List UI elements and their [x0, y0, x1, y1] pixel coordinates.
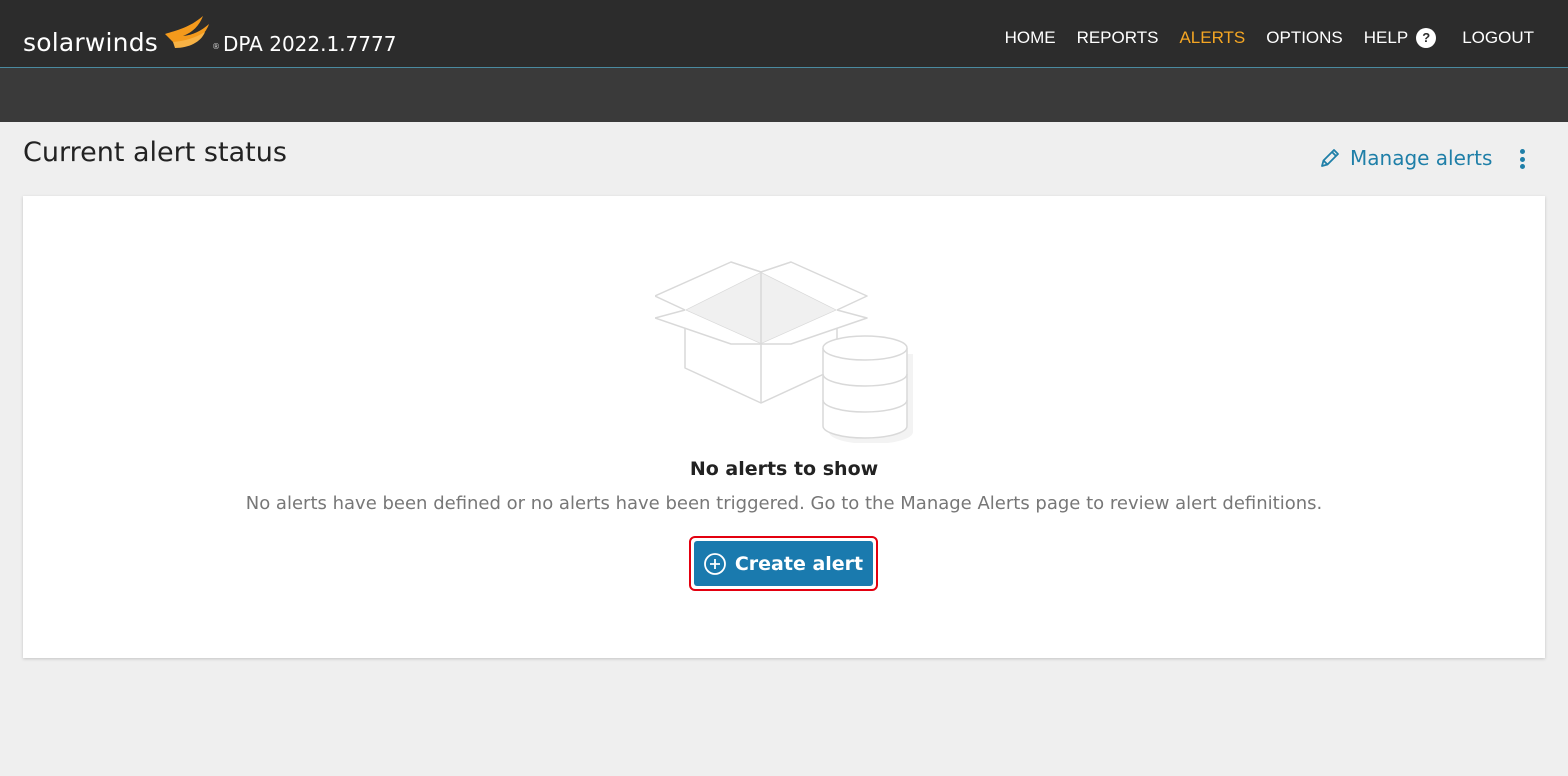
nav-options[interactable]: OPTIONS: [1266, 28, 1343, 48]
plus-circle-icon: [703, 552, 726, 575]
page-title: Current alert status: [23, 137, 287, 168]
sub-header-bar: [0, 68, 1568, 122]
create-alert-button[interactable]: Create alert: [694, 541, 873, 586]
alert-status-card: No alerts to show No alerts have been de…: [23, 196, 1545, 658]
create-alert-label: Create alert: [734, 552, 864, 575]
brand-wordmark: solarwinds: [23, 28, 158, 57]
top-navigation-bar: solarwinds ® DPA 2022.1.7777 HOME REPORT…: [0, 0, 1568, 68]
nav-alerts[interactable]: ALERTS: [1179, 28, 1245, 48]
empty-box-database-illustration: [655, 261, 913, 443]
nav-logout[interactable]: LOGOUT: [1462, 28, 1534, 48]
kebab-menu-icon[interactable]: [1512, 146, 1532, 172]
nav-help-label: HELP: [1363, 28, 1409, 47]
empty-state-title: No alerts to show: [689, 458, 879, 480]
empty-state-description: No alerts have been defined or no alerts…: [245, 493, 1323, 514]
nav-home[interactable]: HOME: [1005, 28, 1056, 48]
nav-help[interactable]: HELP ?: [1364, 28, 1441, 48]
help-icon: ?: [1416, 28, 1437, 48]
manage-alerts-label: Manage alerts: [1350, 146, 1493, 170]
product-version: DPA 2022.1.7777: [223, 32, 397, 56]
pencil-icon: [1321, 149, 1339, 167]
manage-alerts-link[interactable]: Manage alerts: [1318, 146, 1492, 170]
registered-mark: ®: [212, 42, 220, 51]
flame-icon: [165, 16, 209, 48]
create-alert-highlight: Create alert: [689, 536, 878, 591]
nav-reports[interactable]: REPORTS: [1077, 28, 1159, 48]
main-nav: HOME REPORTS ALERTS OPTIONS HELP ? LOGOU…: [984, 28, 1534, 48]
